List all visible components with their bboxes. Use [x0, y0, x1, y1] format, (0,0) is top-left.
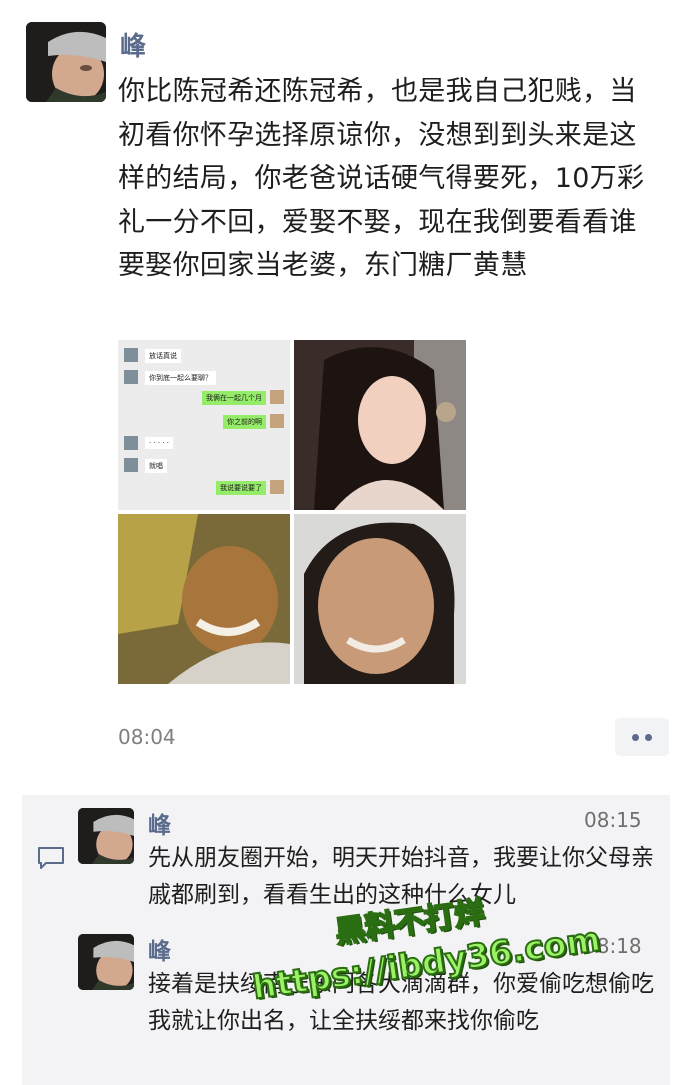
more-actions-button[interactable]	[615, 718, 669, 756]
photo-woman-selfie[interactable]	[294, 340, 466, 510]
avatar-image	[78, 808, 134, 864]
post-author-name[interactable]: 峰	[120, 26, 146, 63]
comment-author-name[interactable]: 峰	[148, 932, 171, 966]
author-avatar[interactable]	[26, 22, 106, 102]
chat-msg-4: 你之前的啊	[223, 415, 266, 429]
photo-man-face[interactable]	[118, 514, 290, 684]
comment-avatar[interactable]	[78, 808, 134, 864]
chat-msg-6: 就唱	[145, 459, 167, 473]
comment-author-name[interactable]: 峰	[148, 806, 171, 840]
comment-avatar[interactable]	[78, 934, 134, 990]
chat-msg-7: 我说要说要了	[216, 481, 266, 495]
avatar-image	[78, 934, 134, 990]
chat-msg-1: 放话真说	[145, 349, 181, 363]
chat-msg-2: 你到底一起么要聊？	[145, 371, 216, 385]
woman-selfie-image	[294, 340, 466, 510]
chat-msg-3: 我俩在一起几个月	[202, 391, 266, 405]
chat-msg-5: · · · · ·	[145, 437, 174, 449]
post-text: 你比陈冠希还陈冠希，也是我自己犯贱，当初看你怀孕选择原谅你，没想到到头来是这样的…	[118, 76, 645, 281]
photo-woman-face[interactable]	[294, 514, 466, 684]
more-dot-icon	[645, 733, 652, 741]
post-time: 08:04	[118, 725, 176, 749]
man-face-image	[118, 514, 290, 684]
comment-bubble-icon	[38, 847, 64, 869]
avatar-image	[26, 22, 106, 102]
photo-chat-screenshot[interactable]: 放话真说 你到底一起么要聊？ 我俩在一起几个月 你之前的啊 · · · · · …	[118, 340, 290, 510]
more-dot-icon	[632, 733, 639, 741]
woman-face-image	[294, 514, 466, 684]
comment-time: 08:15	[584, 808, 642, 832]
